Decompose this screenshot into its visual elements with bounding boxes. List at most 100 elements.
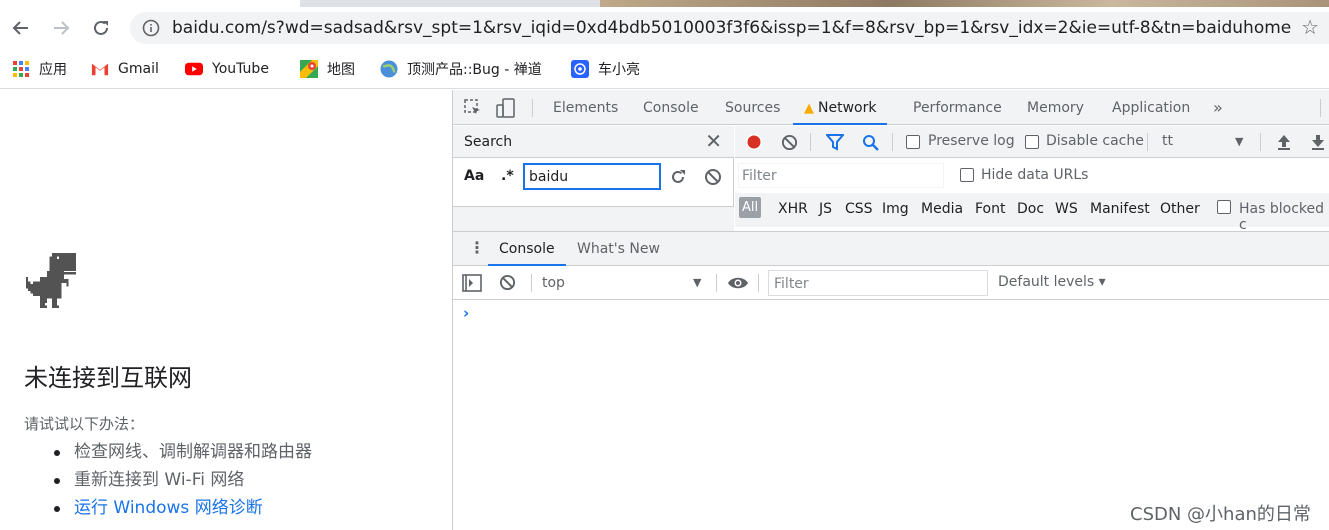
console-filter-input[interactable]: Filter bbox=[768, 270, 988, 296]
context-select[interactable]: top bbox=[542, 275, 565, 291]
active-tab[interactable] bbox=[0, 0, 300, 7]
tab-strip-background bbox=[600, 0, 1329, 7]
divider bbox=[532, 99, 533, 117]
tab-label: Network bbox=[818, 100, 877, 116]
forward-button[interactable] bbox=[46, 13, 76, 43]
close-icon[interactable]: ✕ bbox=[705, 129, 722, 153]
type-filter-img[interactable]: Img bbox=[882, 201, 909, 217]
bookmark-maps[interactable]: 地图 bbox=[300, 58, 355, 80]
throttling-select[interactable]: tt bbox=[1162, 133, 1173, 149]
import-har-icon[interactable] bbox=[1276, 134, 1292, 151]
clear-console-icon[interactable] bbox=[499, 274, 516, 291]
suggestion-list: 检查网线、调制解调器和路由器 重新连接到 Wi-Fi 网络 运行 Windows… bbox=[54, 440, 312, 524]
clear-log-icon[interactable] bbox=[781, 134, 798, 151]
refresh-icon[interactable] bbox=[669, 168, 687, 186]
type-filter-doc[interactable]: Doc bbox=[1017, 201, 1044, 217]
search-icon[interactable] bbox=[862, 134, 880, 152]
type-filter-js[interactable]: JS bbox=[819, 201, 832, 217]
apps-grid-icon bbox=[12, 60, 30, 78]
drawer-tab-console[interactable]: Console bbox=[488, 232, 566, 266]
address-bar[interactable]: baidu.com/s?wd=sadsad&rsv_spt=1&rsv_iqid… bbox=[130, 12, 1329, 44]
tab-memory[interactable]: Memory bbox=[1027, 90, 1084, 125]
divider bbox=[531, 274, 532, 292]
offline-title: 未连接到互联网 bbox=[24, 364, 192, 392]
match-case-toggle[interactable]: Aa bbox=[464, 168, 484, 184]
tab-elements[interactable]: Elements bbox=[553, 90, 618, 125]
log-levels-select[interactable]: Default levels ▾ bbox=[998, 274, 1106, 290]
type-filter-xhr[interactable]: XHR bbox=[778, 201, 808, 217]
info-icon[interactable] bbox=[142, 19, 160, 37]
gmail-icon bbox=[91, 60, 109, 78]
warning-icon: ▲ bbox=[804, 101, 814, 116]
divider bbox=[716, 274, 717, 292]
regex-toggle[interactable]: .* bbox=[501, 168, 514, 184]
search-input[interactable] bbox=[523, 163, 661, 190]
filter-icon[interactable] bbox=[826, 134, 844, 151]
has-blocked-label: Has blocked c bbox=[1239, 201, 1324, 233]
bookmark-apps[interactable]: 应用 bbox=[12, 58, 67, 80]
bookmark-gmail[interactable]: Gmail bbox=[91, 58, 159, 80]
bookmark-star-icon[interactable]: ☆ bbox=[1301, 15, 1319, 39]
tab-sources[interactable]: Sources bbox=[725, 90, 780, 125]
network-toolbar: Preserve log Disable cache tt ▼ bbox=[735, 126, 1329, 158]
chevron-down-icon[interactable]: ▼ bbox=[1235, 135, 1243, 148]
preserve-log-checkbox[interactable] bbox=[906, 135, 920, 149]
tab-console[interactable]: Console bbox=[643, 90, 699, 125]
live-expression-eye-icon[interactable] bbox=[727, 276, 749, 290]
offline-subtitle: 请试试以下办法： bbox=[24, 415, 145, 433]
tab-strip bbox=[0, 0, 1329, 7]
type-filter-other[interactable]: Other bbox=[1160, 201, 1200, 217]
divider bbox=[1147, 133, 1148, 151]
type-filter-all[interactable]: All bbox=[739, 197, 762, 218]
bookmark-label: YouTube bbox=[212, 61, 269, 77]
type-filter-manifest[interactable]: Manifest bbox=[1090, 201, 1150, 217]
has-blocked-checkbox[interactable] bbox=[1217, 200, 1231, 214]
network-filter-input[interactable]: Filter bbox=[738, 163, 944, 188]
sidebar-toggle-icon[interactable] bbox=[462, 274, 482, 292]
bookmark-youtube[interactable]: YouTube bbox=[185, 58, 269, 80]
bookmarks-bar: 应用 Gmail YouTube 地图 顶测产品::Bug - 禅道 车小亮 bbox=[0, 49, 1329, 89]
globe-icon bbox=[380, 60, 398, 78]
app-icon bbox=[571, 60, 589, 78]
bookmark-chexiaoliang[interactable]: 车小亮 bbox=[571, 58, 640, 80]
maps-icon bbox=[300, 60, 318, 78]
record-icon[interactable] bbox=[745, 133, 763, 151]
type-filter-ws[interactable]: WS bbox=[1055, 201, 1078, 217]
tab-performance[interactable]: Performance bbox=[913, 90, 1002, 125]
search-header: Search ✕ bbox=[453, 126, 734, 158]
more-options-icon[interactable]: ⋮ bbox=[469, 238, 485, 257]
suggestion-item: 重新连接到 Wi-Fi 网络 bbox=[54, 468, 312, 496]
url-text[interactable]: baidu.com/s?wd=sadsad&rsv_spt=1&rsv_iqid… bbox=[172, 18, 1292, 38]
watermark: CSDN @小han的日常 bbox=[1130, 504, 1311, 525]
search-pane: Search ✕ Aa .* bbox=[453, 126, 734, 231]
export-har-icon[interactable] bbox=[1310, 134, 1326, 151]
tab-application[interactable]: Application bbox=[1112, 90, 1190, 125]
forward-arrow-icon bbox=[54, 21, 70, 35]
drawer-tab-whats-new[interactable]: What's New bbox=[577, 232, 660, 266]
bookmark-label: Gmail bbox=[118, 61, 159, 77]
dinosaur-icon[interactable] bbox=[24, 253, 80, 309]
bookmark-label: 车小亮 bbox=[598, 62, 640, 78]
network-diagnostics-link[interactable]: 运行 Windows 网络诊断 bbox=[54, 496, 312, 524]
divider bbox=[892, 133, 893, 151]
disable-cache-checkbox[interactable] bbox=[1025, 135, 1039, 149]
reload-button[interactable] bbox=[86, 13, 116, 43]
back-button[interactable] bbox=[6, 13, 36, 43]
devtools-tabbar: Elements Console Sources ▲ Network Perfor… bbox=[453, 90, 1329, 125]
type-filter-media[interactable]: Media bbox=[921, 201, 963, 217]
back-arrow-icon bbox=[12, 21, 28, 35]
clear-icon[interactable] bbox=[704, 168, 722, 186]
hide-data-urls-checkbox[interactable] bbox=[960, 168, 974, 182]
bookmark-label: 应用 bbox=[39, 62, 67, 78]
more-tabs-icon[interactable]: » bbox=[1213, 90, 1223, 125]
console-prompt[interactable]: › bbox=[463, 304, 469, 322]
type-filter-css[interactable]: CSS bbox=[845, 201, 873, 217]
hide-data-urls-label: Hide data URLs bbox=[981, 167, 1089, 183]
device-toolbar-icon[interactable] bbox=[495, 97, 517, 119]
tab-network[interactable]: ▲ Network bbox=[793, 90, 888, 125]
chevron-down-icon[interactable]: ▼ bbox=[693, 276, 701, 289]
inspect-element-icon[interactable] bbox=[463, 98, 483, 118]
bookmark-zentao[interactable]: 顶测产品::Bug - 禅道 bbox=[380, 58, 542, 80]
type-filter-font[interactable]: Font bbox=[975, 201, 1005, 217]
resource-type-filters: All XHR JS CSS Img Media Font Doc WS Man… bbox=[735, 193, 1329, 233]
